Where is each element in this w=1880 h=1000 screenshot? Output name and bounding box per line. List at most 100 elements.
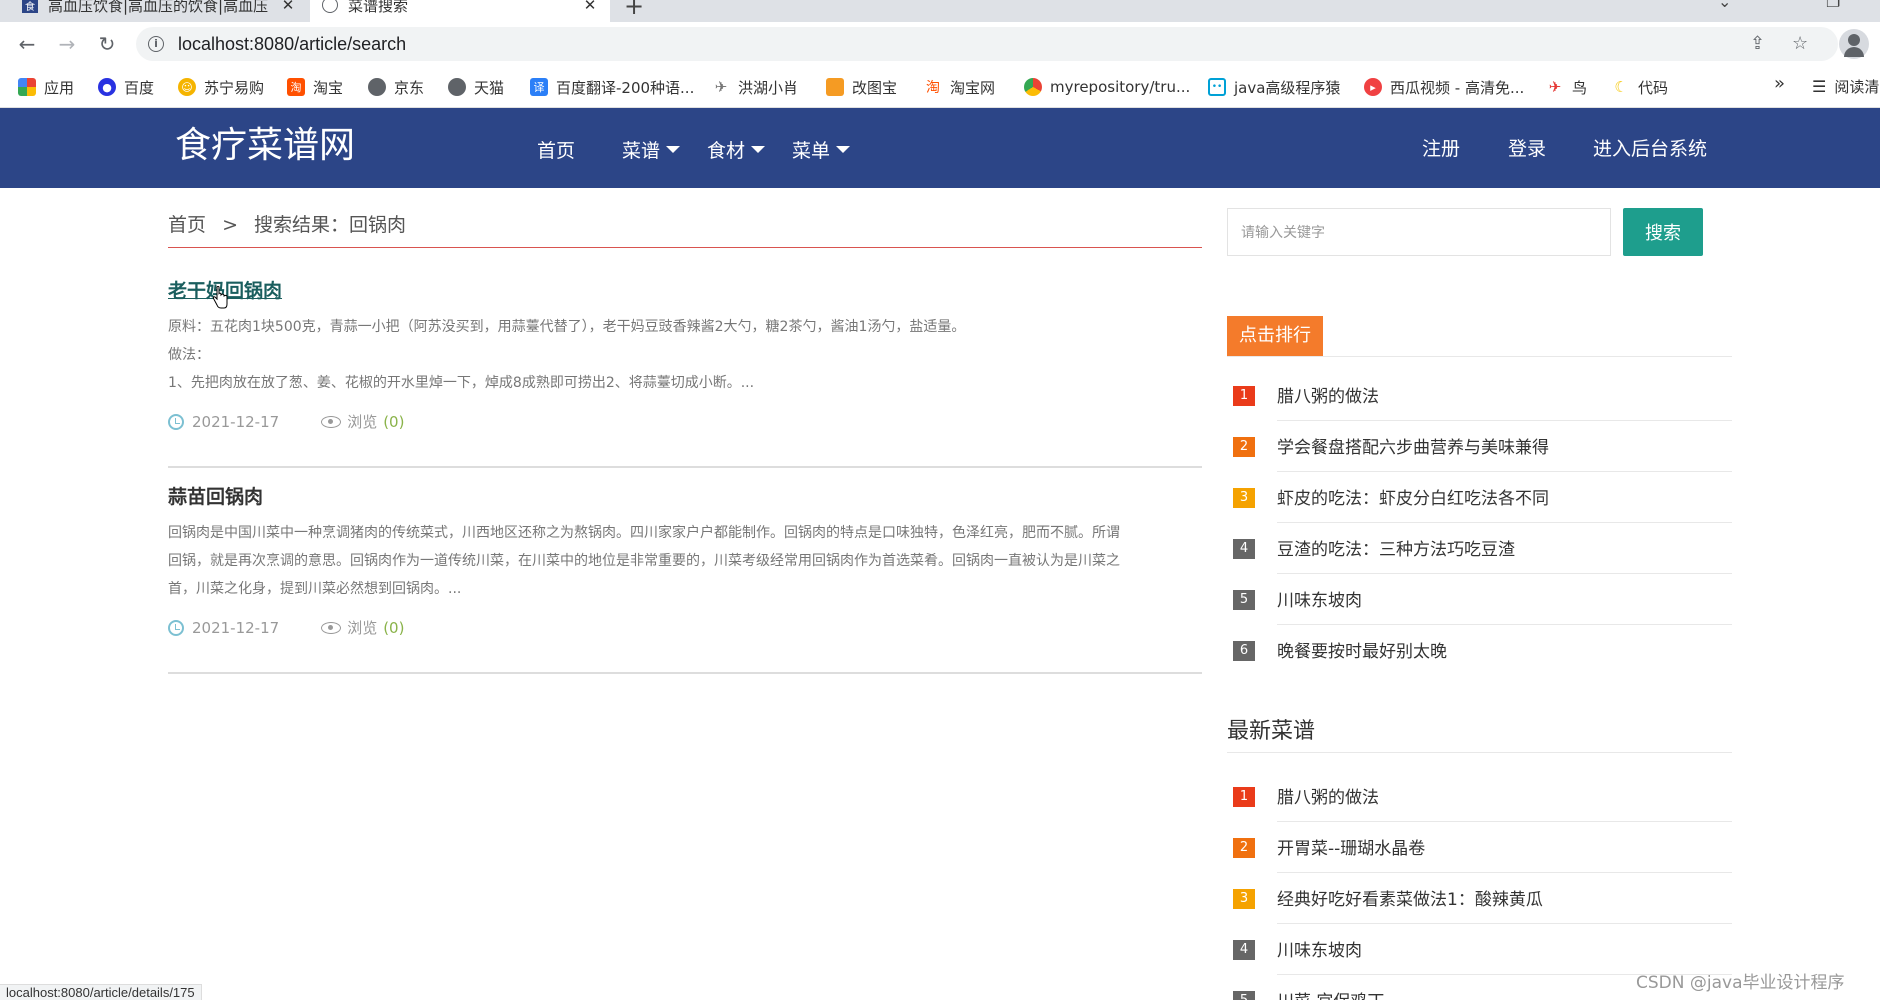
reading-list[interactable]: ☰ 阅读清单 <box>1812 76 1880 97</box>
globe-icon <box>448 78 466 96</box>
nav-item-ingredients[interactable]: 食材 <box>707 136 766 163</box>
rank-item-link[interactable]: 腊八粥的做法 <box>1277 382 1379 407</box>
rank-item-link[interactable]: 豆渣的吃法：三种方法巧吃豆渣 <box>1277 535 1515 560</box>
breadcrumb-home[interactable]: 首页 <box>168 214 206 236</box>
rank-number: 6 <box>1233 641 1255 661</box>
hand-cursor-icon <box>212 286 228 309</box>
breadcrumb-current: 搜索结果：回锅肉 <box>254 214 407 236</box>
profile-avatar-icon[interactable] <box>1839 29 1869 59</box>
apps-grid-icon <box>18 78 36 96</box>
bookmark-baidu-translate[interactable]: 译 百度翻译-200种语... <box>530 76 694 98</box>
rank-number: 3 <box>1233 488 1255 508</box>
browser-tab-active[interactable]: 菜谱搜索 ✕ <box>310 0 610 22</box>
caret-down-icon <box>751 146 766 153</box>
bookmark-gaitubao[interactable]: 改图宝 <box>826 76 897 98</box>
search-input[interactable] <box>1227 208 1611 256</box>
address-bar[interactable]: i localhost:8080/article/search ⇪ ☆ <box>136 27 1838 61</box>
reading-list-icon: ☰ <box>1812 77 1827 96</box>
rank-item-link[interactable]: 学会餐盘搭配六步曲营养与美味兼得 <box>1277 433 1549 458</box>
caret-down-icon <box>666 146 681 153</box>
list-item[interactable]: 1 腊八粥的做法 <box>1233 771 1732 822</box>
article-date: 2021-12-17 <box>168 619 279 637</box>
article-date: 2021-12-17 <box>168 413 279 431</box>
globe-icon <box>368 78 386 96</box>
nav-item-menus[interactable]: 菜单 <box>792 136 851 163</box>
list-item[interactable]: 3 经典好吃好看素菜做法1：酸辣黄瓜 <box>1233 873 1732 924</box>
breadcrumb-divider <box>168 247 1202 248</box>
search-button[interactable]: 搜索 <box>1623 208 1703 256</box>
bookmark-code[interactable]: ☾ 代码 <box>1612 76 1668 98</box>
breadcrumb-separator: > <box>222 214 238 236</box>
new-tab-icon[interactable]: + <box>624 0 644 20</box>
latest-item-link[interactable]: 经典好吃好看素菜做法1：酸辣黄瓜 <box>1277 885 1543 910</box>
bilibili-icon: •• <box>1208 78 1226 96</box>
bookmark-myrepository[interactable]: myrepository/tru... <box>1024 76 1190 98</box>
clock-icon <box>168 413 184 430</box>
globe-icon <box>322 0 338 13</box>
share-icon[interactable]: ⇪ <box>1750 33 1765 54</box>
bookmark-jd[interactable]: 京东 <box>368 76 424 98</box>
latest-item-link[interactable]: 川味东坡肉 <box>1277 936 1362 961</box>
rank-number: 2 <box>1233 437 1255 457</box>
article-item: 老干妈回锅肉 原料：五花肉1块500克，青蒜一小把（阿苏没买到，用蒜薹代替了），… <box>168 276 1202 432</box>
list-item[interactable]: 2 学会餐盘搭配六步曲营养与美味兼得 <box>1233 421 1732 472</box>
browser-tab-inactive[interactable]: 食 高血压饮食|高血压的饮食|高血压 ✕ <box>10 0 308 22</box>
rank-item-link[interactable]: 晚餐要按时最好别太晚 <box>1277 637 1447 662</box>
bookmarks-more-icon[interactable]: » <box>1774 73 1785 94</box>
restore-window-icon[interactable]: ❐ <box>1826 0 1840 11</box>
latest-item-link[interactable]: 川菜 宫保鸡丁 <box>1277 987 1384 1000</box>
article-summary: 原料：五花肉1块500克，青蒜一小把（阿苏没买到，用蒜薹代替了），老干妈豆豉香辣… <box>168 319 966 391</box>
rank-number: 5 <box>1233 590 1255 610</box>
article-meta: 2021-12-17 浏览 (0) <box>168 411 1202 432</box>
bookmark-xigua[interactable]: ▸ 西瓜视频 - 高清免... <box>1364 76 1524 98</box>
rank-item-link[interactable]: 虾皮的吃法：虾皮分白红吃法各不同 <box>1277 484 1549 509</box>
info-icon[interactable]: i <box>148 36 164 52</box>
list-item[interactable]: 5 川味东坡肉 <box>1233 574 1732 625</box>
rank-number: 3 <box>1233 889 1255 909</box>
tab-close-icon[interactable]: ✕ <box>582 0 598 14</box>
bookmark-taobao[interactable]: 淘 淘宝 <box>287 76 343 98</box>
list-item[interactable]: 6 晚餐要按时最好别太晚 <box>1233 625 1732 676</box>
admin-link[interactable]: 进入后台系统 <box>1593 134 1707 161</box>
browser-status-url: localhost:8080/article/details/175 <box>0 984 202 1000</box>
rank-title: 点击排行 <box>1227 316 1323 356</box>
bookmark-bilibili[interactable]: •• java高级程序猿 <box>1208 76 1340 98</box>
back-arrow-icon[interactable]: ← <box>14 31 40 57</box>
latest-item-link[interactable]: 腊八粥的做法 <box>1277 783 1379 808</box>
forward-arrow-icon[interactable]: → <box>54 31 80 57</box>
latest-item-link[interactable]: 开胃菜--珊瑚水晶卷 <box>1277 834 1425 859</box>
browser-tab-strip: 食 高血压饮食|高血压的饮食|高血压 ✕ 菜谱搜索 ✕ + ⌄ ❐ <box>0 0 1880 22</box>
list-item[interactable]: 1 腊八粥的做法 <box>1233 370 1732 421</box>
bookmark-baidu[interactable]: ● 百度 <box>98 76 154 98</box>
article-title-link[interactable]: 蒜苗回锅肉 <box>168 482 263 509</box>
bookmark-apps[interactable]: 应用 <box>18 76 74 98</box>
bookmark-honghu[interactable]: ✈ 洪湖小肖 <box>712 76 798 98</box>
nav-item-home[interactable]: 首页 <box>537 136 575 163</box>
eye-icon <box>321 415 342 428</box>
bookmark-taobao-net[interactable]: 淘 淘宝网 <box>924 76 995 98</box>
login-link[interactable]: 登录 <box>1508 134 1546 161</box>
rank-item-link[interactable]: 川味东坡肉 <box>1277 586 1362 611</box>
site-logo[interactable]: 食疗菜谱网 <box>175 116 355 168</box>
tab-title: 菜谱搜索 <box>348 0 409 15</box>
tab-close-icon[interactable]: ✕ <box>280 0 296 14</box>
article-divider <box>168 672 1202 674</box>
article-meta: 2021-12-17 浏览 (0) <box>168 617 1202 638</box>
register-link[interactable]: 注册 <box>1422 134 1460 161</box>
bookmark-niao[interactable]: ✈ 鸟 <box>1546 76 1587 98</box>
rank-number: 4 <box>1233 539 1255 559</box>
reload-icon[interactable]: ↻ <box>94 31 120 57</box>
nav-item-recipes[interactable]: 菜谱 <box>622 136 681 163</box>
list-item[interactable]: 4 豆渣的吃法：三种方法巧吃豆渣 <box>1233 523 1732 574</box>
bookmark-suning[interactable]: ☺ 苏宁易购 <box>178 76 264 98</box>
list-item[interactable]: 3 虾皮的吃法：虾皮分白红吃法各不同 <box>1233 472 1732 523</box>
bookmark-tmall[interactable]: 天猫 <box>448 76 504 98</box>
address-url[interactable]: localhost:8080/article/search <box>178 34 406 55</box>
gaitubao-icon <box>826 78 844 96</box>
star-icon[interactable]: ☆ <box>1792 33 1808 54</box>
site-favicon-icon: 食 <box>22 0 38 13</box>
rank-number: 4 <box>1233 940 1255 960</box>
chevron-down-icon[interactable]: ⌄ <box>1718 0 1731 11</box>
list-item[interactable]: 2 开胃菜--珊瑚水晶卷 <box>1233 822 1732 873</box>
latest-section-title: 最新菜谱 <box>1227 719 1316 744</box>
